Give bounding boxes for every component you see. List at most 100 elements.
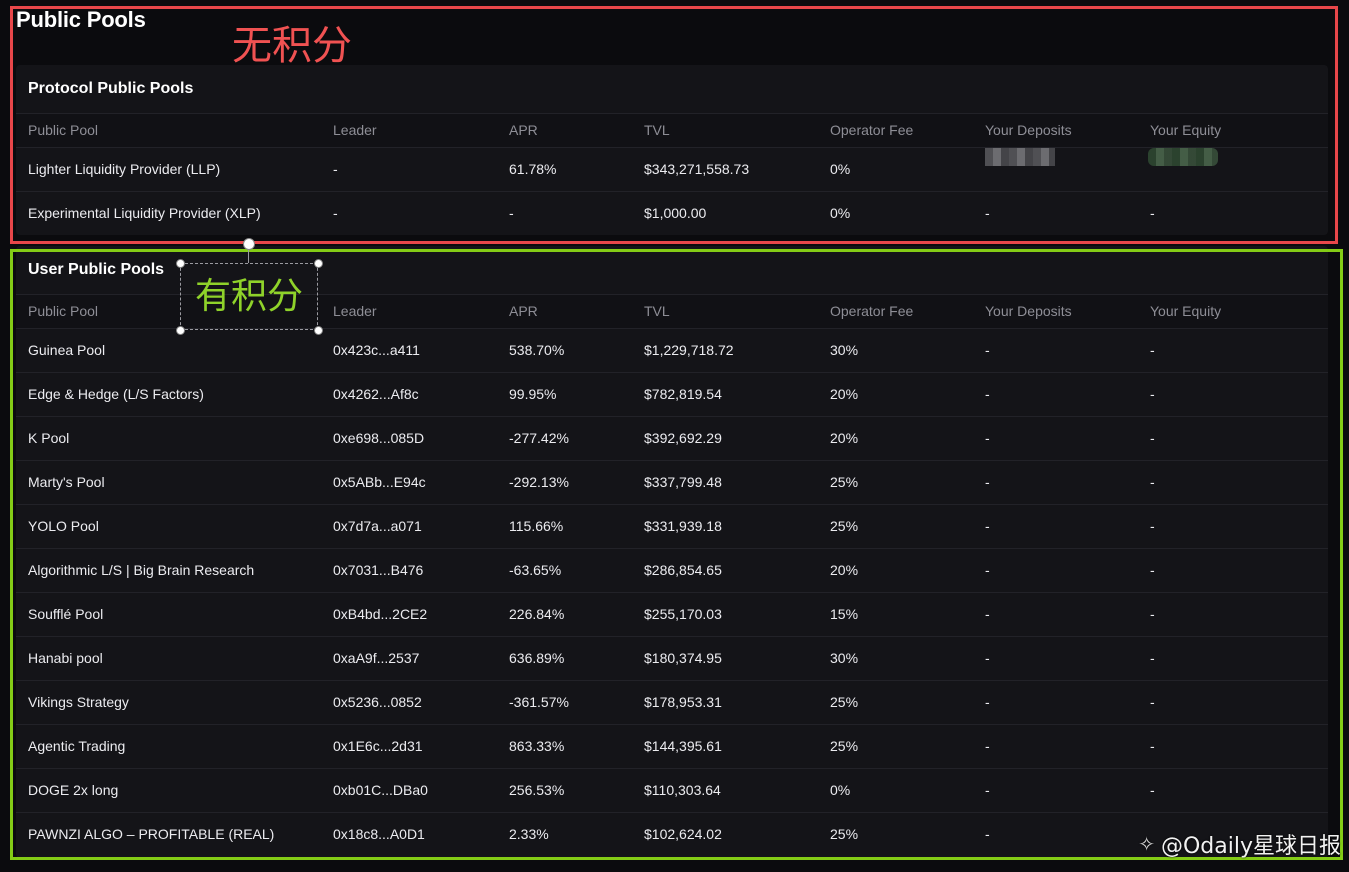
pool-your-deposits: - [985, 650, 990, 666]
annotation-resize-handle[interactable] [176, 259, 185, 268]
col-header-apr[interactable]: APR [509, 114, 538, 147]
table-row[interactable]: Vikings Strategy 0x5236...0852 -361.57% $17… [16, 681, 1328, 725]
pool-name: Hanabi pool [28, 650, 103, 666]
col-header-tvl[interactable]: TVL [644, 114, 670, 147]
pool-your-deposits: - [985, 430, 990, 446]
pool-your-deposits: - [985, 562, 990, 578]
pool-operator-fee: 15% [830, 606, 859, 622]
pool-name: Soufflé Pool [28, 606, 104, 622]
pool-leader: - [333, 205, 338, 221]
pool-operator-fee: 30% [830, 650, 859, 666]
pool-leader: 0xaA9f...2537 [333, 650, 420, 666]
pool-your-deposits: - [985, 738, 990, 754]
pool-tvl: $392,692.29 [644, 430, 722, 446]
pool-your-equity: - [1150, 205, 1155, 221]
pool-your-equity: - [1150, 738, 1155, 754]
annotation-rotate-handle[interactable] [243, 238, 255, 250]
pool-your-deposits: - [985, 782, 990, 798]
pool-operator-fee: 25% [830, 826, 859, 842]
table-row[interactable]: Hanabi pool 0xaA9f...2537 636.89% $180,374.… [16, 637, 1328, 681]
pool-operator-fee: 0% [830, 205, 851, 221]
annotation-resize-handle[interactable] [176, 326, 185, 335]
pool-your-deposits: - [985, 386, 990, 402]
pool-name: DOGE 2x long [28, 782, 119, 798]
pool-your-equity: - [1150, 782, 1155, 798]
pool-tvl: $343,271,558.73 [644, 161, 750, 177]
pool-tvl: $337,799.48 [644, 474, 722, 490]
col-header-leader[interactable]: Leader [333, 114, 377, 147]
pool-leader: 0x7031...B476 [333, 562, 424, 578]
pool-leader: 0x5236...0852 [333, 694, 422, 710]
col-header-your-equity[interactable]: Your Equity [1150, 114, 1221, 147]
pool-tvl: $331,939.18 [644, 518, 722, 534]
pool-name: Experimental Liquidity Provider (XLP) [28, 205, 261, 221]
protocol-pools-panel: Protocol Public Pools Public Pool Leader… [16, 65, 1328, 235]
pool-leader: - [333, 161, 338, 177]
pool-apr: 61.78% [509, 161, 557, 177]
pool-operator-fee: 0% [830, 161, 851, 177]
pool-operator-fee: 25% [830, 474, 859, 490]
pool-operator-fee: 30% [830, 342, 859, 358]
col-header-leader[interactable]: Leader [333, 295, 377, 328]
col-header-public-pool[interactable]: Public Pool [28, 114, 98, 147]
pool-apr: 256.53% [509, 782, 565, 798]
pool-tvl: $110,303.64 [644, 782, 721, 798]
table-row[interactable]: Marty's Pool 0x5ABb...E94c -292.13% $337,79… [16, 461, 1328, 505]
pool-tvl: $1,000.00 [644, 205, 707, 221]
pool-leader: 0x18c8...A0D1 [333, 826, 425, 842]
pool-leader: 0x7d7a...a071 [333, 518, 422, 534]
pool-your-deposits: - [985, 518, 990, 534]
pool-tvl: $286,854.65 [644, 562, 722, 578]
col-header-apr[interactable]: APR [509, 295, 538, 328]
pool-name: YOLO Pool [28, 518, 99, 534]
user-table-body: Guinea Pool 0x423c...a411 538.70% $1,229,71… [16, 329, 1328, 856]
pool-name: Algorithmic L/S | Big Brain Research [28, 562, 255, 578]
pool-apr: 863.33% [509, 738, 565, 754]
col-header-operator-fee[interactable]: Operator Fee [830, 114, 913, 147]
pool-operator-fee: 25% [830, 738, 859, 754]
annotation-resize-handle[interactable] [314, 326, 323, 335]
user-pools-panel: User Public Pools Public Pool Leader APR… [16, 246, 1328, 858]
table-row[interactable]: DOGE 2x long 0xb01C...DBa0 256.53% $110,303… [16, 769, 1328, 813]
annotation-has-points-label[interactable]: 有积分 [180, 263, 318, 330]
col-header-your-deposits[interactable]: Your Deposits [985, 295, 1072, 328]
annotation-resize-handle[interactable] [314, 259, 323, 268]
col-header-your-equity[interactable]: Your Equity [1150, 295, 1221, 328]
pool-tvl: $178,953.31 [644, 694, 722, 710]
pool-your-deposits: - [985, 826, 990, 842]
table-row[interactable]: Guinea Pool 0x423c...a411 538.70% $1,229,71… [16, 329, 1328, 373]
pool-tvl: $255,170.03 [644, 606, 722, 622]
pool-tvl: $1,229,718.72 [644, 342, 734, 358]
pool-apr: -277.42% [509, 430, 569, 446]
pool-your-equity: - [1150, 518, 1155, 534]
pool-name: Vikings Strategy [28, 694, 129, 710]
pool-tvl: $102,624.02 [644, 826, 722, 842]
table-row[interactable]: K Pool 0xe698...085D -277.42% $392,692.29 20… [16, 417, 1328, 461]
pool-apr: - [509, 205, 514, 221]
col-header-operator-fee[interactable]: Operator Fee [830, 295, 913, 328]
pool-apr: -292.13% [509, 474, 569, 490]
pool-apr: 115.66% [509, 518, 564, 534]
page-title: Public Pools [16, 7, 146, 32]
col-header-public-pool[interactable]: Public Pool [28, 295, 98, 328]
col-header-your-deposits[interactable]: Your Deposits [985, 114, 1072, 147]
col-header-tvl[interactable]: TVL [644, 295, 670, 328]
pool-leader: 0x5ABb...E94c [333, 474, 426, 490]
table-row[interactable]: Algorithmic L/S | Big Brain Research 0x70… [16, 549, 1328, 593]
table-row[interactable]: PAWNZI ALGO – PROFITABLE (REAL) 0x18c8...… [16, 813, 1328, 856]
pool-your-deposits: - [985, 694, 990, 710]
pool-your-deposits: - [985, 606, 990, 622]
pool-your-deposits: - [985, 474, 990, 490]
table-row[interactable]: Lighter Liquidity Provider (LLP) - 61.78… [16, 148, 1328, 192]
protocol-table-header: Public Pool Leader APR TVL Operator Fee … [16, 114, 1328, 148]
pool-apr: 226.84% [509, 606, 565, 622]
equity-redacted [1148, 148, 1218, 166]
table-row[interactable]: YOLO Pool 0x7d7a...a071 115.66% $331,939.18… [16, 505, 1328, 549]
table-row[interactable]: Edge & Hedge (L/S Factors) 0x4262...Af8c 9… [16, 373, 1328, 417]
pool-your-equity: - [1150, 650, 1155, 666]
pool-leader: 0xe698...085D [333, 430, 425, 446]
table-row[interactable]: Agentic Trading 0x1E6c...2d31 863.33% $144,… [16, 725, 1328, 769]
pool-leader: 0x1E6c...2d31 [333, 738, 423, 754]
table-row[interactable]: Soufflé Pool 0xB4bd...2CE2 226.84% $255,170… [16, 593, 1328, 637]
table-row[interactable]: Experimental Liquidity Provider (XLP) - … [16, 192, 1328, 235]
